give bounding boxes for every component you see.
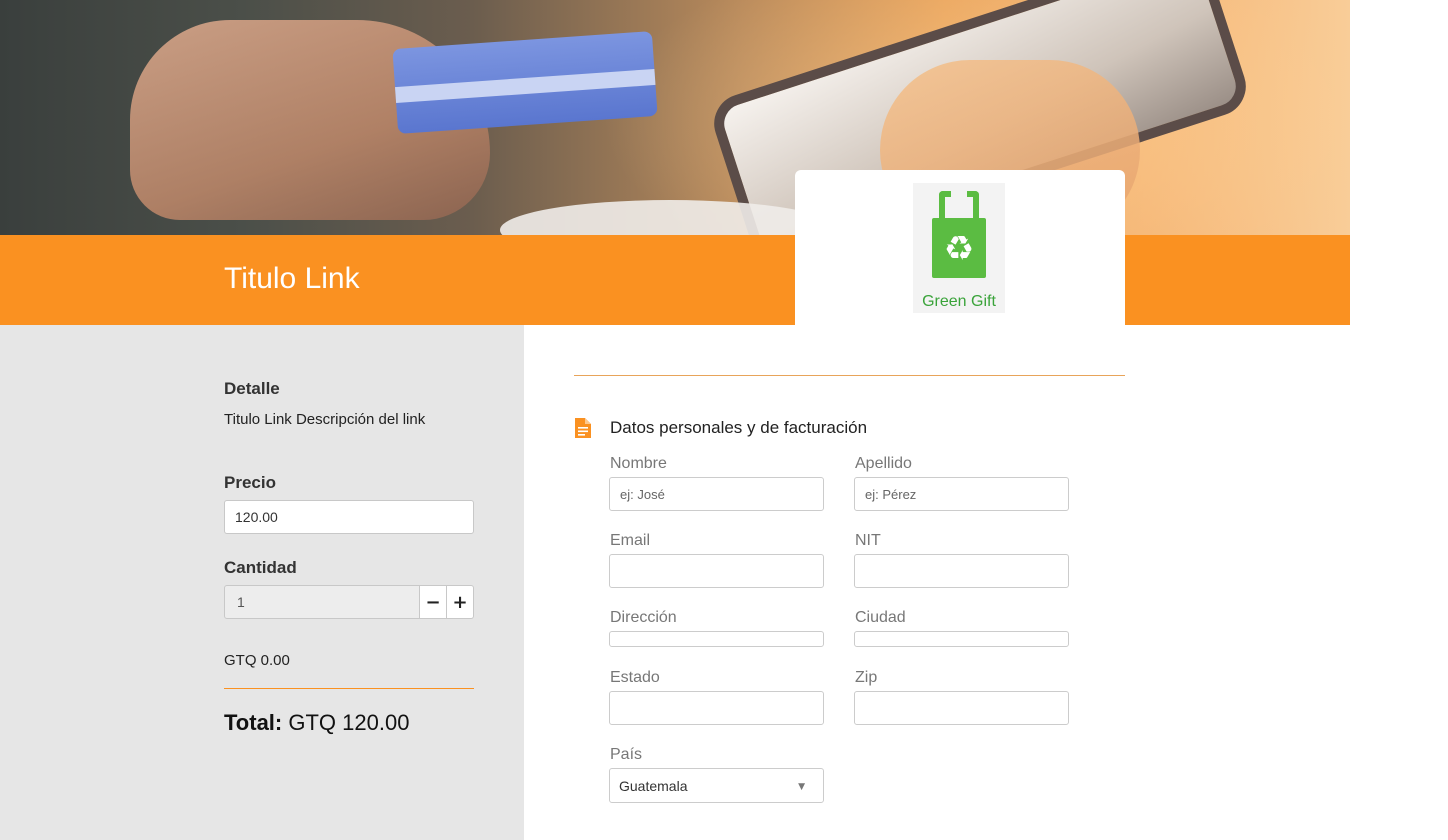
subtotal-text: GTQ 0.00 (224, 652, 290, 669)
precio-input[interactable]: 120.00 (224, 500, 474, 534)
direccion-label: Dirección (610, 609, 677, 626)
detalle-label: Detalle (224, 379, 280, 398)
pais-label: País (610, 746, 643, 763)
estado-label: Estado (610, 669, 660, 686)
quantity-stepper: 1 − + (224, 585, 474, 619)
title-band (0, 235, 1350, 325)
total-line: Total: GTQ 120.00 (224, 710, 409, 736)
pais-value: Guatemala (619, 777, 688, 794)
dropdown-arrow-icon: ▼ (798, 782, 805, 792)
nit-label: NIT (855, 532, 881, 549)
detalle-text: Titulo Link Descripción del link (224, 411, 426, 428)
recycle-icon: ♻ (943, 229, 975, 269)
quantity-input[interactable]: 1 (224, 585, 420, 619)
cantidad-label: Cantidad (224, 558, 297, 577)
estado-input[interactable] (609, 691, 824, 725)
precio-label: Precio (224, 473, 276, 492)
nombre-input[interactable]: ej: José (609, 477, 824, 511)
order-summary-panel (0, 325, 524, 840)
green-gift-logo: ♻ Green Gift (913, 183, 1005, 313)
apellido-placeholder: ej: Pérez (865, 486, 917, 502)
apellido-input[interactable]: ej: Pérez (854, 477, 1069, 511)
summary-divider (224, 688, 474, 689)
email-input[interactable] (609, 554, 824, 588)
zip-input[interactable] (854, 691, 1069, 725)
ciudad-label: Ciudad (855, 609, 906, 626)
logo-text: Green Gift (922, 293, 996, 310)
total-value: GTQ 120.00 (288, 710, 410, 735)
credit-card-image (392, 31, 658, 134)
zip-label: Zip (855, 669, 878, 686)
email-label: Email (610, 532, 651, 549)
increment-button[interactable]: + (447, 585, 474, 619)
decrement-button[interactable]: − (420, 585, 447, 619)
form-divider (574, 375, 1125, 376)
direccion-input[interactable] (609, 631, 824, 647)
apellido-label: Apellido (855, 455, 912, 472)
precio-value: 120.00 (235, 509, 278, 525)
pais-select[interactable]: Guatemala ▼ (609, 768, 824, 803)
nit-input[interactable] (854, 554, 1069, 588)
logo-card: ♻ Green Gift (795, 170, 1125, 326)
nombre-label: Nombre (610, 455, 667, 472)
page-title: Titulo Link (224, 262, 360, 295)
section-title: Datos personales y de facturación (610, 418, 868, 437)
ciudad-input[interactable] (854, 631, 1069, 647)
document-icon (574, 417, 592, 439)
hero-image (0, 0, 1350, 235)
nombre-placeholder: ej: José (620, 486, 665, 502)
total-label: Total: (224, 710, 283, 735)
